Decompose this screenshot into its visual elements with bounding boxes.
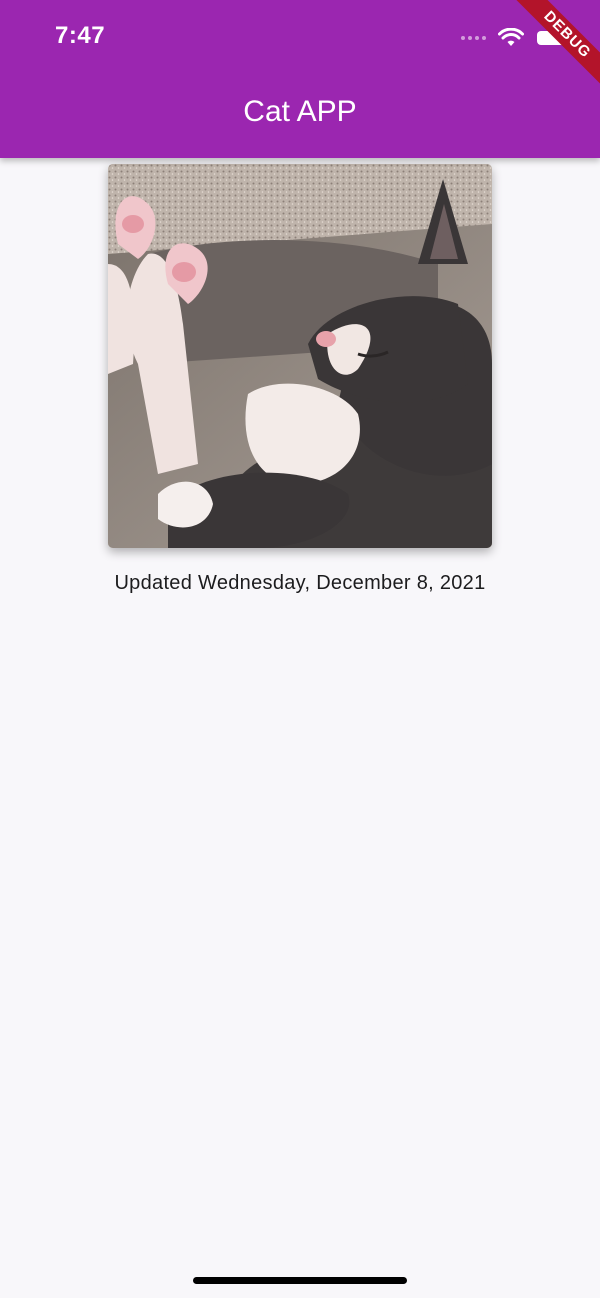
updated-date-text: Updated Wednesday, December 8, 2021: [114, 572, 486, 594]
cat-illustration: [108, 164, 492, 548]
status-time: 7:47: [55, 22, 106, 49]
home-indicator[interactable]: [193, 1277, 407, 1284]
signal-dots-icon: [461, 36, 486, 40]
debug-banner: DEBUG: [490, 0, 600, 110]
cat-image: [108, 164, 492, 548]
debug-banner-label: DEBUG: [506, 0, 600, 96]
